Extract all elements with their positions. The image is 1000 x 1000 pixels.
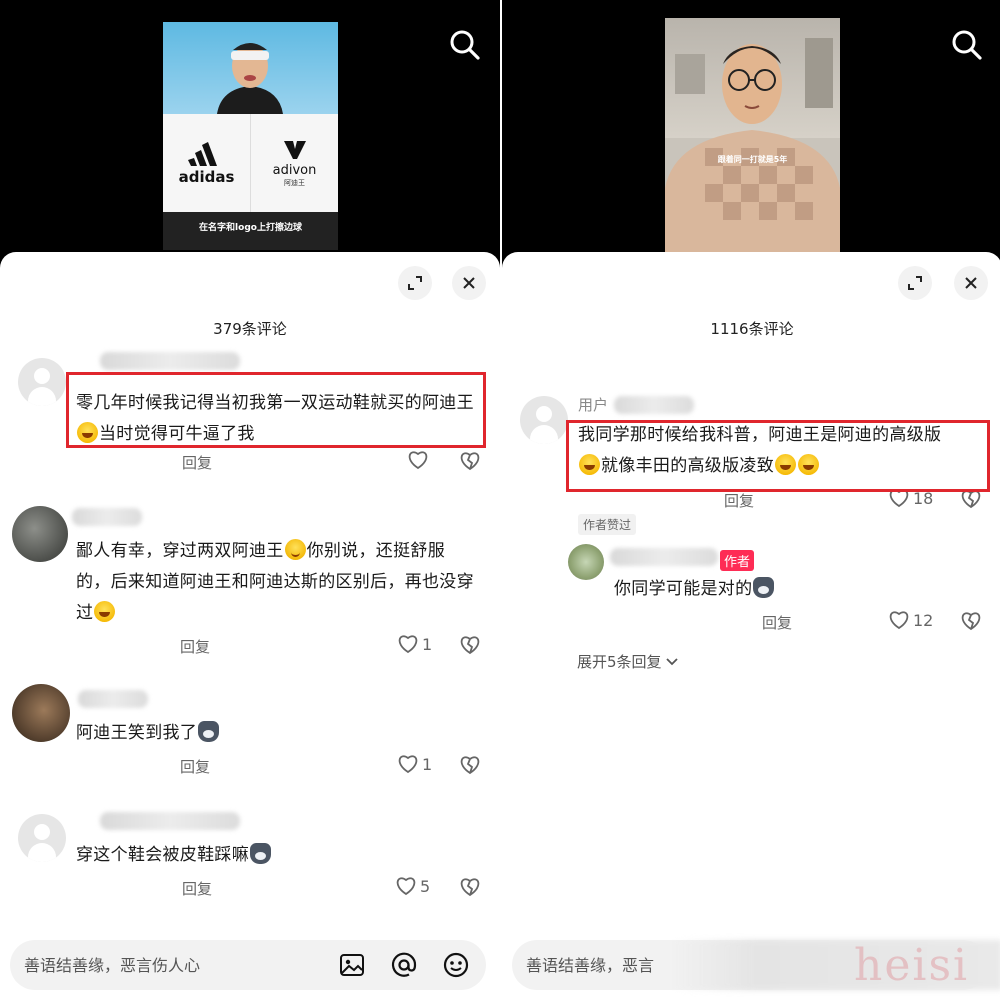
video-player[interactable]: 跟着同一打就是5年 — [502, 0, 1000, 255]
broken-heart-icon[interactable] — [459, 634, 481, 656]
right-panel: 跟着同一打就是5年 1116条评论 用户 我同学那时候给我科普，阿迪王是阿迪的高… — [500, 0, 1000, 1000]
author-liked-tag: 作者赞过 — [578, 514, 637, 535]
video-subtitle: 在名字和logo上打擦边球 — [199, 223, 302, 233]
author-badge: 作者 — [720, 550, 755, 571]
username[interactable] — [100, 812, 240, 830]
video-subtitle: 跟着同一打就是5年 — [717, 155, 788, 164]
expand-button[interactable] — [398, 266, 432, 300]
broken-heart-icon[interactable] — [459, 754, 481, 776]
like-button[interactable]: 1 — [397, 754, 432, 774]
search-icon[interactable] — [950, 28, 984, 62]
adivon-mark-icon — [283, 140, 306, 159]
husky-emoji-icon — [250, 843, 271, 864]
reply-button[interactable]: 回复 — [180, 636, 210, 657]
comment-text-part: 鄙人有幸，穿过两双阿迪王 — [76, 541, 284, 561]
avatar[interactable] — [520, 396, 568, 444]
heart-icon — [396, 877, 416, 896]
expand-button[interactable] — [898, 266, 932, 300]
highlight-box — [566, 420, 990, 492]
broken-heart-icon[interactable] — [459, 876, 481, 898]
comment-text: 鄙人有幸，穿过两双阿迪王 你别说，还挺舒服的，后来知道阿迪王和阿迪达斯的区别后，再… — [76, 536, 476, 629]
avatar[interactable] — [12, 506, 68, 562]
comment-text-part: 阿迪王笑到我了 — [76, 723, 198, 743]
avatar[interactable] — [12, 684, 70, 742]
username[interactable]: 用户 — [578, 394, 608, 415]
close-button[interactable] — [954, 266, 988, 300]
mention-icon[interactable] — [390, 951, 418, 979]
broken-heart-icon[interactable] — [459, 450, 481, 472]
comment-text: 阿迪王笑到我了 — [76, 718, 486, 749]
presenter-image — [217, 43, 283, 114]
comment-text: 你同学可能是对的 — [614, 574, 974, 605]
broken-heart-icon[interactable] — [960, 610, 982, 632]
heart-icon — [408, 451, 428, 470]
expand-replies-label: 展开5条回复 — [577, 653, 662, 671]
reply-button[interactable]: 回复 — [180, 756, 210, 777]
adidas-logo: adidas — [163, 114, 250, 212]
laugh-cry-emoji-icon — [94, 601, 116, 622]
like-count: 1 — [422, 634, 433, 654]
comment-text-part: 你同学可能是对的 — [614, 579, 753, 599]
like-button[interactable]: 5 — [395, 876, 430, 896]
video-player[interactable]: adidas adivon 阿迪王 在名字和logo上打擦边球 — [0, 0, 500, 255]
avatar[interactable] — [18, 814, 66, 862]
comment-text-part: 穿这个鞋会被皮鞋踩嘛 — [76, 845, 249, 865]
chevron-down-icon — [665, 657, 678, 665]
heart-icon — [889, 611, 909, 630]
comment-input-bar — [10, 940, 486, 990]
reply-button[interactable]: 回复 — [762, 612, 792, 633]
expand-icon — [908, 276, 922, 290]
watermark: heisi — [854, 940, 970, 991]
like-button[interactable]: 12 — [888, 610, 933, 630]
expand-replies-link[interactable]: 展开5条回复 — [577, 651, 679, 672]
like-button[interactable]: 1 — [397, 634, 432, 654]
reply-button[interactable]: 回复 — [182, 452, 212, 473]
adivon-chinese-name: 阿迪王 — [284, 178, 305, 187]
search-icon[interactable] — [448, 28, 482, 62]
left-panel: adidas adivon 阿迪王 在名字和logo上打擦边球 379条评论 零… — [0, 0, 500, 1000]
comment-count: 1116条评论 — [710, 320, 794, 338]
smile-emoji-icon — [284, 539, 306, 560]
like-count: 12 — [913, 610, 934, 630]
like-button[interactable] — [407, 450, 432, 470]
adivon-logo: adivon 阿迪王 — [250, 114, 338, 212]
close-button[interactable] — [452, 266, 486, 300]
avatar[interactable] — [18, 358, 66, 406]
adivon-wordmark: adivon — [272, 162, 317, 178]
comment-count: 379条评论 — [213, 320, 287, 338]
comment-input[interactable] — [24, 940, 324, 990]
username[interactable] — [100, 352, 240, 370]
image-icon[interactable] — [338, 951, 366, 979]
heart-icon — [398, 635, 418, 654]
reply-button[interactable]: 回复 — [182, 878, 212, 899]
close-icon — [965, 277, 977, 289]
username[interactable] — [78, 690, 148, 708]
video-thumbnail: 跟着同一打就是5年 — [665, 18, 840, 253]
heart-icon — [398, 755, 418, 774]
video-thumbnail: adidas adivon 阿迪王 在名字和logo上打擦边球 — [163, 22, 338, 250]
husky-emoji-icon — [753, 577, 775, 598]
reply-button[interactable]: 回复 — [724, 490, 754, 511]
comment-text: 穿这个鞋会被皮鞋踩嘛 — [76, 840, 486, 871]
username[interactable] — [610, 548, 718, 566]
expand-icon — [408, 276, 422, 290]
adidas-stripes-icon — [187, 142, 217, 166]
emoji-icon[interactable] — [442, 951, 470, 979]
highlight-box — [66, 372, 486, 448]
like-count: 5 — [420, 876, 431, 896]
username-blur — [614, 396, 694, 414]
like-count: 1 — [422, 754, 433, 774]
presenter-image — [665, 38, 840, 253]
husky-emoji-icon — [198, 721, 220, 742]
username[interactable] — [72, 508, 142, 526]
brand-comparison: adidas adivon 阿迪王 — [163, 114, 338, 212]
avatar[interactable] — [568, 544, 604, 580]
close-icon — [463, 277, 475, 289]
adidas-wordmark: adidas — [178, 168, 235, 186]
